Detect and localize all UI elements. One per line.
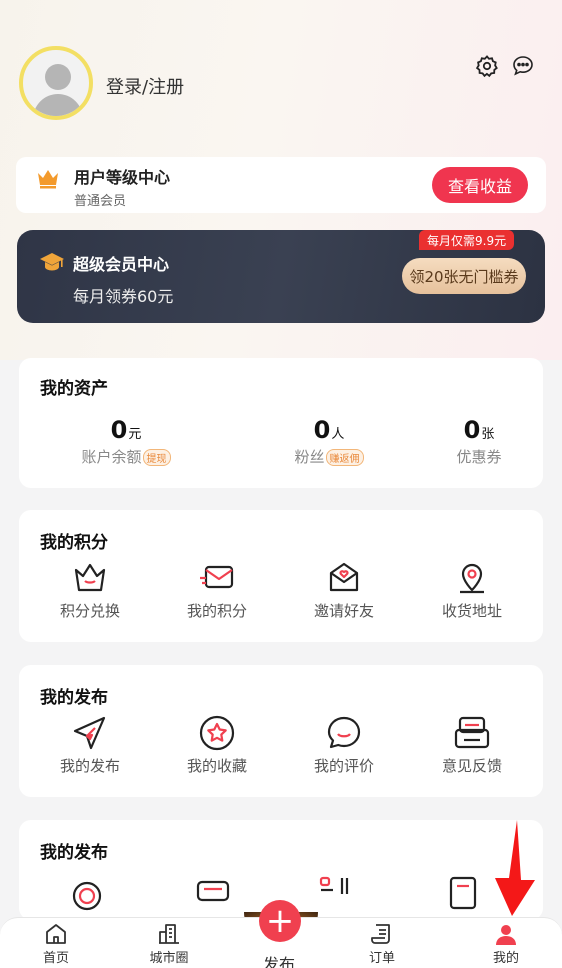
- publish2-title: 我的发布: [40, 843, 108, 863]
- publish-plus-button[interactable]: +: [259, 900, 301, 942]
- points-title: 我的积分: [40, 533, 108, 553]
- grid-item-my-favorites[interactable]: 我的收藏: [162, 713, 272, 776]
- publish-title: 我的发布: [40, 688, 108, 708]
- tab-city-circle[interactable]: 城市圈: [129, 922, 209, 966]
- tab-orders[interactable]: 订单: [342, 922, 422, 966]
- tab-home[interactable]: 首页: [16, 922, 96, 966]
- paper-plane-icon: [73, 716, 106, 750]
- crown-icon: [74, 563, 106, 592]
- price-badge: 每月仅需9.9元: [419, 230, 515, 250]
- order-icon: [371, 924, 390, 944]
- asset-label: 账户余额: [81, 448, 142, 466]
- red-arrow-annotation: [495, 820, 535, 916]
- message-icon[interactable]: [511, 54, 535, 78]
- city-icon: [159, 924, 179, 944]
- login-register-link[interactable]: 登录/注册: [106, 73, 184, 99]
- partial-icon: [449, 876, 477, 910]
- grid-item-feedback[interactable]: 意见反馈: [417, 713, 527, 776]
- grid-item-invite-friends[interactable]: 邀请好友: [289, 558, 399, 621]
- settings-icon[interactable]: [475, 54, 499, 78]
- home-icon: [46, 924, 66, 944]
- rebate-tag[interactable]: 赚返佣: [325, 449, 364, 466]
- vip-subtitle: 每月领券60元: [73, 287, 174, 306]
- star-icon: [199, 715, 235, 751]
- tab-publish-label[interactable]: 发布: [263, 951, 295, 968]
- partial-icon: [72, 881, 102, 911]
- graduation-cap-icon: [40, 253, 64, 271]
- level-subtitle: 普通会员: [74, 194, 127, 209]
- tab-mine[interactable]: 我的: [466, 922, 546, 966]
- grid-item-points-exchange[interactable]: 积分兑换: [35, 558, 145, 621]
- grid-item-my-publish[interactable]: 我的发布: [35, 713, 145, 776]
- comment-icon: [327, 716, 361, 749]
- asset-label: 粉丝: [294, 448, 325, 466]
- invite-icon: [329, 562, 359, 592]
- my-assets-card: 我的资产 0元 账户余额 提现 0人 粉丝 赚返佣 0张 优惠券: [19, 358, 543, 488]
- my-points-card: 我的积分 积分兑换 我的积分 邀请好友 收货地址: [19, 510, 543, 642]
- feedback-icon: [454, 716, 490, 749]
- asset-label: 优惠券: [456, 448, 502, 466]
- grid-item-my-points[interactable]: 我的积分: [162, 558, 272, 621]
- user-level-card[interactable]: 用户等级中心 普通会员 查看收益: [16, 157, 546, 213]
- view-earnings-button[interactable]: 查看收益: [432, 167, 528, 203]
- my-publish-card: 我的发布 我的发布 我的收藏 我的评价 意见反馈: [19, 665, 543, 797]
- avatar[interactable]: [19, 46, 93, 120]
- profile-header: 登录/注册: [0, 0, 562, 150]
- level-title: 用户等级中心: [74, 168, 171, 187]
- withdraw-tag[interactable]: 提现: [142, 449, 171, 466]
- crown-icon: [38, 170, 58, 189]
- envelope-icon: [200, 565, 234, 589]
- partial-icon: [196, 880, 230, 902]
- vip-title: 超级会员中心: [73, 255, 170, 274]
- asset-balance[interactable]: 0元 账户余额 提现: [66, 416, 186, 467]
- claim-coupons-button[interactable]: 领20张无门槛券: [402, 258, 526, 294]
- plus-icon: +: [265, 901, 295, 941]
- location-icon: [460, 563, 484, 594]
- user-icon: [496, 925, 516, 945]
- partial-icon: [319, 876, 349, 894]
- grid-item-shipping-address[interactable]: 收货地址: [417, 558, 527, 621]
- asset-fans[interactable]: 0人 粉丝 赚返佣: [269, 416, 389, 467]
- super-vip-card[interactable]: 超级会员中心 每月领券60元 领20张无门槛券 每月仅需9.9元: [17, 230, 545, 323]
- grid-item-my-reviews[interactable]: 我的评价: [289, 713, 399, 776]
- asset-coupons[interactable]: 0张 优惠券: [419, 416, 539, 467]
- assets-title: 我的资产: [40, 379, 108, 399]
